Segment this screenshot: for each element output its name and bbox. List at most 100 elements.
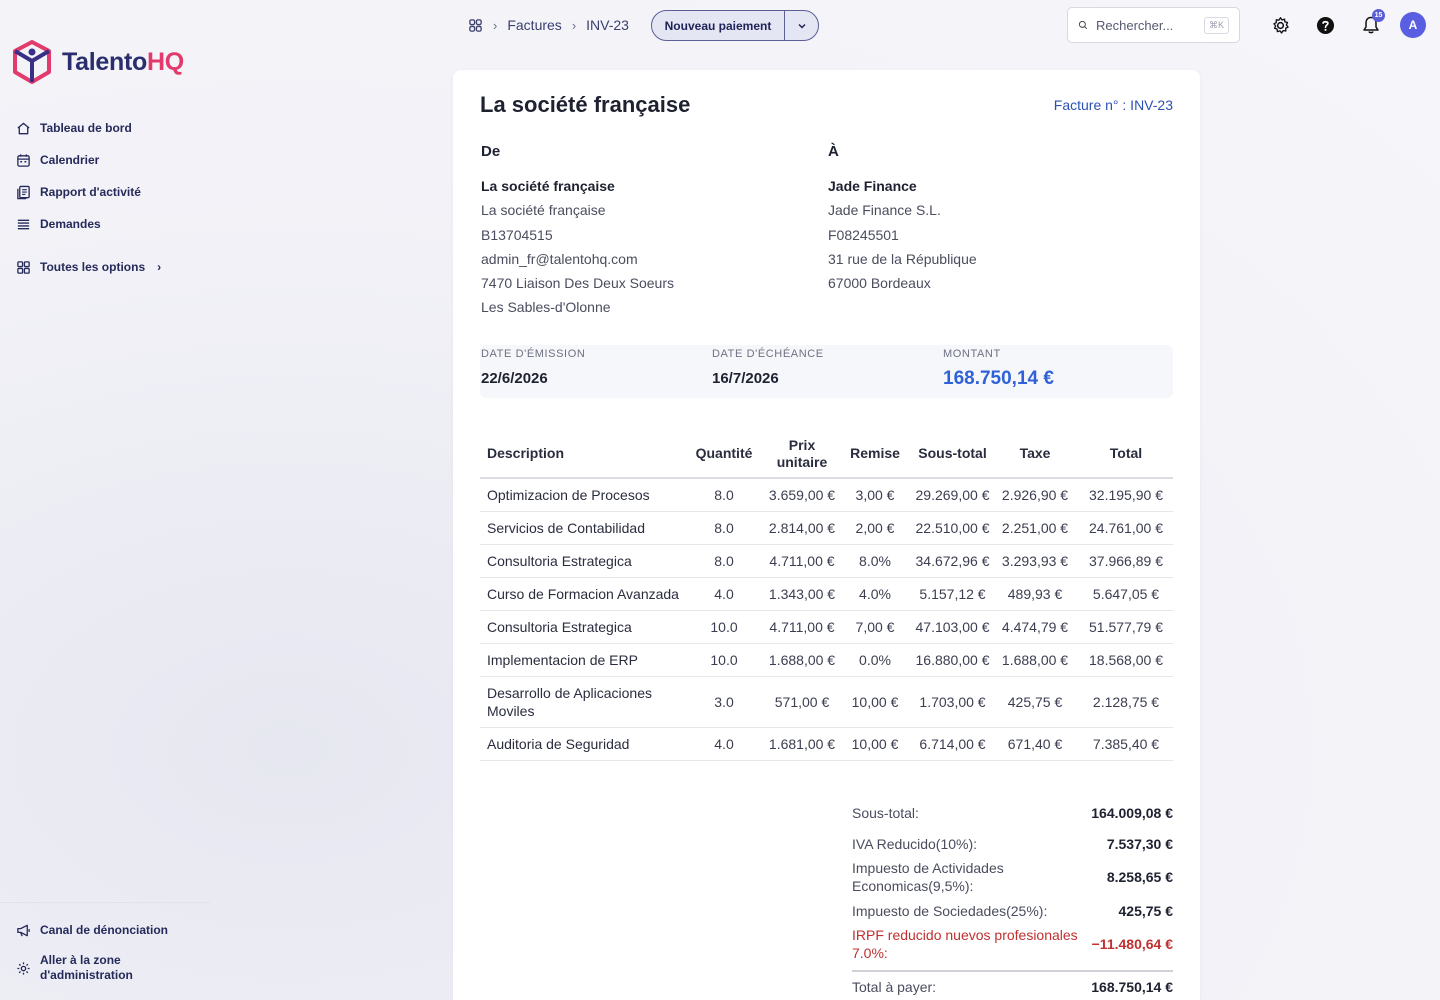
- talentohq-logo-icon: [13, 40, 51, 84]
- search-input[interactable]: [1095, 17, 1196, 33]
- table-row: Optimizacion de Procesos 8.0 3.659,00 €3,0…: [480, 478, 1173, 512]
- cell-quantity: 8.0: [680, 478, 768, 512]
- cell-discount: 0.0%: [836, 643, 914, 677]
- cell-unit-price: 1.688,00 €: [768, 643, 836, 677]
- settings-button[interactable]: [1269, 14, 1291, 36]
- cell-subtotal: 5.157,12 €: [914, 577, 991, 611]
- col-unit-price-line-1: Prix: [788, 436, 816, 453]
- cell-description: Implementacion de ERP: [480, 643, 680, 677]
- sidebar-item-admin-zone[interactable]: Aller à la zone d'administration: [16, 945, 194, 991]
- sidebar-item-dashboard[interactable]: Tableau de bord: [16, 112, 161, 144]
- breadcrumb-invoices[interactable]: Factures: [507, 17, 561, 33]
- cell-tax: 4.474,79 €: [991, 610, 1079, 644]
- table-row: Curso de Formacion Avanzada 4.0 1.343,00 €…: [480, 577, 1173, 611]
- cell-subtotal: 16.880,00 €: [914, 643, 991, 677]
- sidebar-item-label: Tableau de bord: [40, 121, 132, 135]
- sidebar-item-whistleblowing[interactable]: Canal de dénonciation: [16, 915, 194, 945]
- cell-description: Desarrollo de Aplicaciones Moviles: [480, 676, 680, 728]
- grand-total-row: Total à payer: 168.750,14 €: [852, 970, 1173, 1000]
- to-line: 67000 Bordeaux: [828, 275, 931, 292]
- issue-date-label: DATE D'ÉMISSION: [481, 348, 586, 360]
- cell-total: 32.195,90 €: [1079, 478, 1173, 512]
- cell-discount: 3,00 €: [836, 478, 914, 512]
- breadcrumb-current: INV-23: [586, 17, 629, 33]
- table-row: Auditoria de Seguridad 4.0 1.681,00 €10,00…: [480, 727, 1173, 761]
- cell-tax: 671,40 €: [991, 727, 1079, 761]
- cell-unit-price: 4.711,00 €: [768, 544, 836, 578]
- new-payment-button[interactable]: Nouveau paiement: [652, 11, 784, 40]
- table-header-row: Description Quantité Prix unitaire Remise…: [480, 430, 1173, 479]
- chevron-right-icon: ›: [157, 260, 162, 274]
- home-icon: [17, 122, 30, 134]
- list-icon: [17, 219, 30, 229]
- cell-description: Consultoria Estrategica: [480, 610, 680, 644]
- apps-grid-icon[interactable]: [468, 18, 483, 33]
- new-payment-split-button: Nouveau paiement: [651, 10, 819, 41]
- brand-logo[interactable]: TalentoHQ: [12, 40, 184, 84]
- totals-row-value: −11.480,64 €: [1091, 936, 1173, 952]
- calendar-icon: [17, 153, 30, 167]
- search-shortcut: ⌘K: [1203, 16, 1229, 34]
- admin-zone-label: Aller à la zone d'administration: [40, 953, 133, 983]
- totals-row: Impuesto de Sociedades(25%): 425,75 €: [852, 895, 1173, 926]
- admin-zone-line-2: d'administration: [40, 968, 133, 982]
- totals-row: Impuesto de Actividades Economicas(9,5%)…: [852, 859, 1173, 895]
- cell-discount: 10,00 €: [836, 676, 914, 728]
- totals-row-label: Impuesto de Actividades Economicas(9,5%)…: [852, 860, 1004, 894]
- breadcrumb: › Factures › INV-23: [468, 12, 629, 38]
- cell-unit-price: 1.681,00 €: [768, 727, 836, 761]
- totals-row-value: 425,75 €: [1118, 902, 1174, 919]
- to-name: Jade Finance: [828, 178, 917, 195]
- cell-unit-price: 2.814,00 €: [768, 511, 836, 545]
- cell-description: Servicios de Contabilidad: [480, 511, 680, 545]
- invoice-title: La société française: [480, 92, 691, 117]
- cell-discount: 8.0%: [836, 544, 914, 578]
- cell-quantity: 10.0: [680, 643, 768, 677]
- cell-quantity: 8.0: [680, 544, 768, 578]
- cell-tax: 3.293,93 €: [991, 544, 1079, 578]
- cell-total: 18.568,00 €: [1079, 643, 1173, 677]
- new-payment-dropdown-button[interactable]: [784, 11, 818, 40]
- totals-row-value: 8.258,65 €: [1106, 869, 1173, 885]
- sidebar-item-activity-report[interactable]: Rapport d'activité: [16, 176, 161, 208]
- from-line: La société française: [481, 202, 606, 219]
- cell-subtotal: 1.703,00 €: [914, 676, 991, 728]
- chevron-right-icon: ›: [571, 17, 577, 33]
- totals-row-label: Impuesto de Sociedades(25%):: [852, 902, 1048, 919]
- cell-total: 51.577,79 €: [1079, 610, 1173, 644]
- table-row: Consultoria Estrategica 10.0 4.711,00 €7,0…: [480, 610, 1173, 644]
- cell-unit-price: 1.343,00 €: [768, 577, 836, 611]
- sidebar-item-requests[interactable]: Demandes: [16, 208, 161, 240]
- col-subtotal: Sous-total: [914, 430, 991, 479]
- sidebar: TalentoHQ Tableau de bord Calendrier Rap…: [0, 0, 215, 1000]
- sidebar-item-all-options[interactable]: Toutes les options ›: [16, 251, 161, 283]
- amount-value: 168.750,14 €: [943, 368, 1054, 389]
- search-icon: [1078, 20, 1088, 30]
- grand-total-row-label: Total à payer:: [852, 978, 937, 995]
- table-body: Optimizacion de Procesos 8.0 3.659,00 €3,0…: [480, 478, 1173, 761]
- chevron-right-icon: ›: [493, 17, 498, 33]
- gear-icon: [1272, 16, 1289, 34]
- search-box: ⌘K: [1067, 7, 1240, 43]
- cell-discount: 7,00 €: [836, 610, 914, 644]
- from-heading: De: [481, 143, 501, 160]
- notifications-button[interactable]: 15: [1360, 9, 1385, 36]
- cell-total: 5.647,05 €: [1079, 577, 1173, 611]
- grid-icon: [17, 260, 30, 274]
- from-line: admin_fr@talentohq.com: [481, 250, 638, 267]
- table-row: Implementacion de ERP 10.0 1.688,00 €0.0% 1…: [480, 643, 1173, 677]
- due-date-value: 16/7/2026: [712, 370, 779, 387]
- table-row: Desarrollo de Aplicaciones Moviles 3.0 571…: [480, 676, 1173, 728]
- to-heading: À: [828, 143, 839, 160]
- cell-subtotal: 22.510,00 €: [914, 511, 991, 545]
- help-button[interactable]: [1314, 14, 1336, 36]
- sidebar-item-calendar[interactable]: Calendrier: [16, 144, 161, 176]
- cell-total: 2.128,75 €: [1079, 676, 1173, 728]
- from-name: La société française: [481, 178, 615, 195]
- cell-total: 7.385,40 €: [1079, 727, 1173, 761]
- to-line: 31 rue de la République: [828, 250, 977, 267]
- totals-row-label: IVA Reducido(10%):: [852, 835, 978, 852]
- avatar[interactable]: A: [1400, 12, 1426, 38]
- cell-discount: 10,00 €: [836, 727, 914, 761]
